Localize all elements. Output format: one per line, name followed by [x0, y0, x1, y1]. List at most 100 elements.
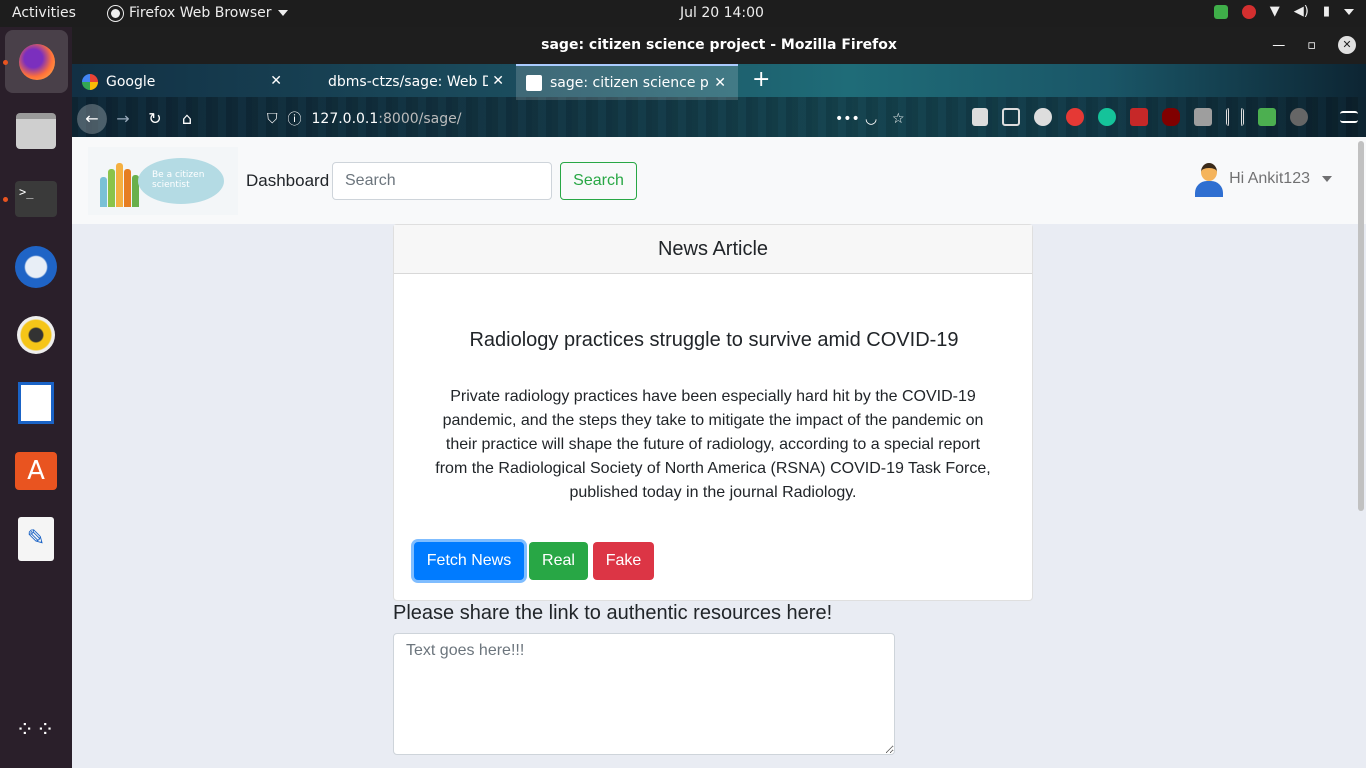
- sidebar-icon[interactable]: [1002, 108, 1020, 126]
- browser-chrome: Google ✕ dbms-ctzs/sage: Web De ✕ sage: …: [72, 64, 1366, 137]
- system-top-bar: Activities Firefox Web Browser Jul 20 14…: [0, 0, 1366, 27]
- tracking-shield-icon[interactable]: ⛉: [267, 111, 278, 127]
- dock-text-editor[interactable]: ✎: [12, 515, 60, 563]
- tab-label: sage: citizen science proj: [550, 75, 710, 91]
- activities-button[interactable]: Activities: [12, 5, 76, 21]
- pocket-icon[interactable]: ◡: [865, 111, 877, 127]
- nav-dashboard[interactable]: Dashboard: [246, 171, 329, 191]
- new-tab-button[interactable]: +: [738, 64, 784, 100]
- battery-icon: ▮: [1322, 4, 1330, 19]
- home-button[interactable]: ⌂: [171, 103, 203, 135]
- close-tab-icon[interactable]: ✕: [492, 73, 504, 89]
- hand-graphic: [100, 177, 107, 207]
- dock: >_ A ✎ ⁘⁘: [0, 27, 72, 768]
- document-icon: [18, 382, 54, 424]
- tab-github[interactable]: dbms-ctzs/sage: Web De ✕: [294, 64, 516, 100]
- back-button[interactable]: ←: [77, 103, 107, 134]
- site-logo[interactable]: Be a citizen scientist: [88, 147, 238, 215]
- running-indicator: [3, 60, 8, 65]
- download-icon[interactable]: [1258, 108, 1276, 126]
- article-body: Private radiology practices have been es…: [435, 388, 991, 501]
- minimize-button[interactable]: —: [1272, 27, 1285, 64]
- avatar: [1193, 161, 1224, 197]
- dock-writer[interactable]: [12, 379, 60, 427]
- hand-graphic: [108, 169, 115, 207]
- real-button[interactable]: Real: [529, 542, 588, 580]
- card-header: News Article: [394, 225, 1032, 274]
- close-button[interactable]: ✕: [1338, 36, 1356, 54]
- dock-firefox[interactable]: [5, 30, 68, 93]
- url-bar[interactable]: ⛉ ⓘ 127.0.0.1 :8000/sage/ ••• ◡ ☆: [267, 106, 927, 132]
- library-icon[interactable]: [972, 108, 988, 126]
- clock[interactable]: Jul 20 14:00: [680, 5, 764, 21]
- pencil-icon: ✎: [18, 517, 54, 561]
- chevron-down-icon: [1344, 8, 1354, 15]
- image-extension-icon[interactable]: [1194, 108, 1212, 126]
- wifi-icon: ▼: [1269, 4, 1280, 19]
- system-tray[interactable]: ▼ ◀) ▮: [1213, 4, 1354, 19]
- window-titlebar: sage: citizen science project - Mozilla …: [72, 27, 1366, 64]
- article-headline: Radiology practices struggle to survive …: [469, 329, 959, 351]
- web-page: Be a citizen scientist Dashboard Search …: [72, 137, 1366, 768]
- firefox-icon: [18, 43, 55, 80]
- dock-rhythmbox[interactable]: [12, 311, 60, 359]
- extensions-toolbar: [972, 108, 1358, 126]
- site-info-icon[interactable]: ⓘ: [288, 109, 302, 129]
- page-actions-icon[interactable]: •••: [835, 111, 860, 127]
- hamburger-menu-icon[interactable]: [1340, 111, 1358, 123]
- account-icon[interactable]: [1034, 108, 1052, 126]
- user-greeting: Hi Ankit123: [1229, 170, 1310, 187]
- fetch-news-button[interactable]: Fetch News: [414, 542, 524, 580]
- page-scrollbar[interactable]: [1358, 141, 1364, 511]
- running-indicator: [3, 197, 8, 202]
- color-picker-icon[interactable]: [1130, 108, 1148, 126]
- dock-software[interactable]: A: [12, 447, 60, 495]
- hand-graphic: [124, 169, 131, 207]
- software-center-icon: A: [15, 452, 57, 490]
- mail-notifier-icon[interactable]: [1241, 4, 1256, 19]
- firefox-window: sage: citizen science project - Mozilla …: [72, 27, 1366, 768]
- search-input[interactable]: [332, 162, 552, 200]
- news-article-card: News Article Radiology practices struggl…: [393, 224, 1033, 601]
- tab-strip: Google ✕ dbms-ctzs/sage: Web De ✕ sage: …: [72, 64, 784, 100]
- url-host: 127.0.0.1: [311, 111, 379, 127]
- maximize-button[interactable]: ▫: [1307, 27, 1316, 64]
- page-icon: [526, 75, 542, 91]
- show-applications-button[interactable]: ⁘⁘: [12, 707, 60, 755]
- forward-button[interactable]: →: [107, 103, 139, 135]
- tab-google[interactable]: Google ✕: [72, 64, 294, 100]
- fake-button[interactable]: Fake: [593, 542, 654, 580]
- close-tab-icon[interactable]: ✕: [714, 75, 726, 91]
- user-menu[interactable]: Hi Ankit123: [1193, 161, 1332, 197]
- dock-terminal[interactable]: >_: [12, 175, 60, 223]
- volume-icon: ◀): [1293, 4, 1309, 19]
- hand-graphic: [116, 163, 123, 207]
- logo-badge: Be a citizen scientist: [138, 158, 224, 204]
- adblock-icon[interactable]: [1066, 108, 1084, 126]
- folder-icon: [16, 113, 56, 149]
- barcode-icon[interactable]: [1226, 108, 1244, 126]
- dock-thunderbird[interactable]: [12, 243, 60, 291]
- tab-label: dbms-ctzs/sage: Web De: [328, 74, 488, 90]
- search-button[interactable]: Search: [560, 162, 637, 200]
- bookmark-star-icon[interactable]: ☆: [892, 111, 905, 127]
- close-tab-icon[interactable]: ✕: [270, 73, 282, 89]
- reload-button[interactable]: ↻: [139, 103, 171, 135]
- logo-text: scientist: [152, 180, 190, 190]
- google-icon: [82, 74, 98, 90]
- logo-text: Be a citizen: [152, 170, 205, 180]
- tab-sage[interactable]: sage: citizen science proj ✕: [516, 64, 738, 100]
- site-navbar: Be a citizen scientist Dashboard Search …: [72, 137, 1366, 224]
- navigation-toolbar: ← → ↻ ⌂ ⛉ ⓘ 127.0.0.1 :8000/sage/ ••• ◡ …: [72, 100, 1366, 137]
- grid-icon: ⁘⁘: [15, 718, 57, 743]
- dock-files[interactable]: [12, 107, 60, 155]
- shield-icon[interactable]: [1213, 4, 1228, 19]
- resource-link-textarea[interactable]: [393, 633, 895, 755]
- ublock-icon[interactable]: [1162, 108, 1180, 126]
- url-path: :8000/sage/: [378, 111, 462, 127]
- firefox-icon: [108, 5, 123, 21]
- grammarly-icon[interactable]: [1098, 108, 1116, 126]
- extension-icon[interactable]: [1290, 108, 1308, 126]
- window-title: sage: citizen science project - Mozilla …: [541, 37, 897, 53]
- app-menu[interactable]: Firefox Web Browser: [108, 5, 288, 21]
